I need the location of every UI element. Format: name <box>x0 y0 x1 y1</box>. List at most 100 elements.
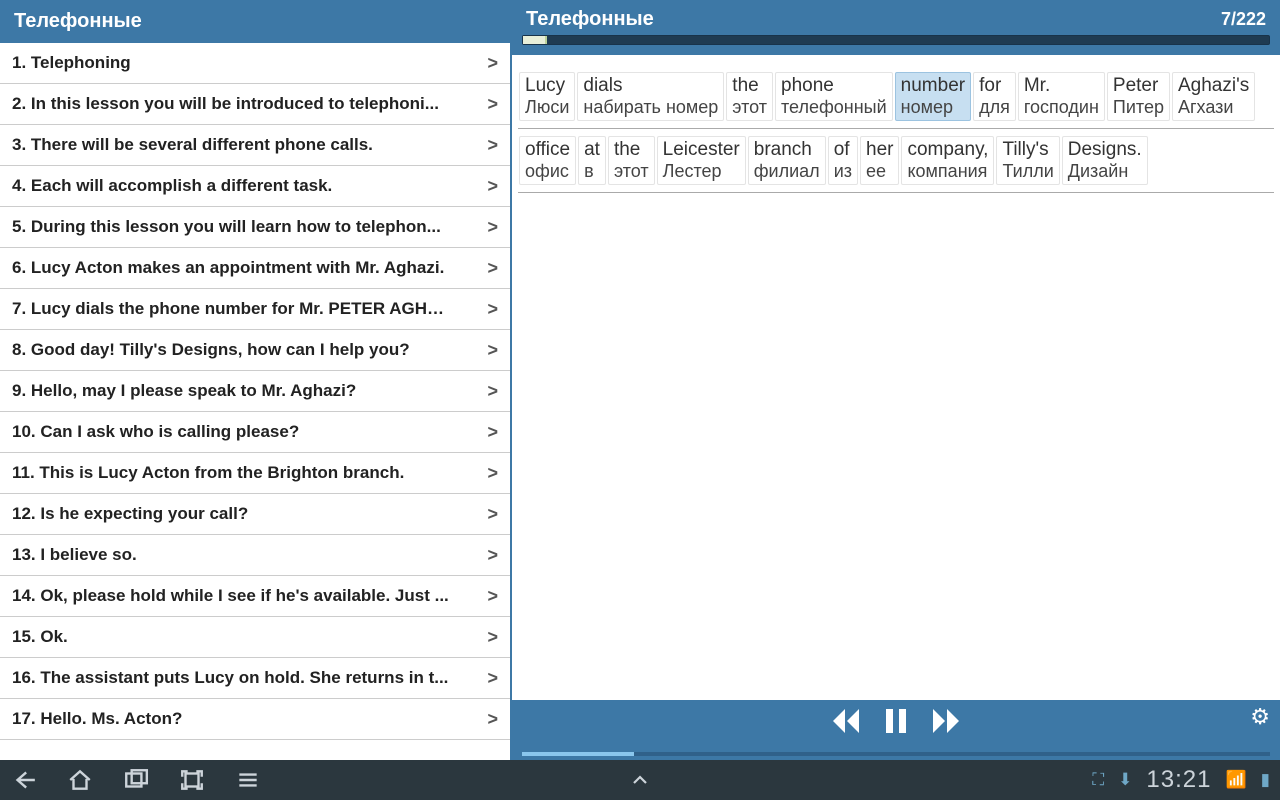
settings-gear-icon[interactable]: ⚙ <box>1250 704 1270 730</box>
list-item[interactable]: 16. The assistant puts Lucy on hold. She… <box>0 658 510 699</box>
word-en: phone <box>781 75 887 97</box>
word-en: Designs. <box>1068 139 1142 161</box>
word-ru: Люси <box>525 97 569 118</box>
word-en: office <box>525 139 570 161</box>
fullscreen-icon[interactable]: ⛶ <box>1092 770 1104 790</box>
list-item[interactable]: 2. In this lesson you will be introduced… <box>0 84 510 125</box>
word-ru: компания <box>907 161 988 182</box>
word-box[interactable]: numberномер <box>895 72 971 121</box>
word-ru: Агхази <box>1178 97 1249 118</box>
forward-button[interactable] <box>929 706 963 745</box>
list-item[interactable]: 3. There will be several different phone… <box>0 125 510 166</box>
list-item[interactable]: 11. This is Lucy Acton from the Brighton… <box>0 453 510 494</box>
word-ru: из <box>834 161 852 182</box>
list-item[interactable]: 10. Can I ask who is calling please?> <box>0 412 510 453</box>
signal-icon: 📶 <box>1225 770 1246 790</box>
word-box[interactable]: dialsнабирать номер <box>577 72 724 121</box>
list-item[interactable]: 9. Hello, may I please speak to Mr. Agha… <box>0 371 510 412</box>
word-ru: Дизайн <box>1068 161 1142 182</box>
list-item-label: 2. In this lesson you will be introduced… <box>12 94 439 114</box>
word-box[interactable]: Tilly'sТилли <box>996 136 1059 185</box>
list-item-label: 1. Telephoning <box>12 53 131 73</box>
home-icon[interactable] <box>66 766 94 794</box>
right-header-title: Телефонные <box>526 8 654 31</box>
system-navbar: ⛶ ⬇ 13:21 📶 ▮ <box>0 760 1280 800</box>
word-en: branch <box>754 139 820 161</box>
word-box[interactable]: Designs.Дизайн <box>1062 136 1148 185</box>
word-en: her <box>866 139 893 161</box>
word-ru: этот <box>614 161 649 182</box>
chevron-right-icon: > <box>487 135 498 156</box>
back-icon[interactable] <box>10 766 38 794</box>
word-box[interactable]: officeофис <box>519 136 576 185</box>
menu-icon[interactable] <box>234 766 262 794</box>
word-ru: Тилли <box>1002 161 1053 182</box>
left-header-title: Телефонные <box>0 0 510 43</box>
chevron-right-icon: > <box>487 627 498 648</box>
word-box[interactable]: LeicesterЛестер <box>657 136 746 185</box>
screenshot-icon[interactable] <box>178 766 206 794</box>
word-box[interactable]: herее <box>860 136 899 185</box>
word-box[interactable]: PeterПитер <box>1107 72 1170 121</box>
word-ru: филиал <box>754 161 820 182</box>
audio-progress-bar[interactable] <box>522 752 1270 756</box>
lesson-progress-bar[interactable] <box>522 35 1270 45</box>
list-item-label: 9. Hello, may I please speak to Mr. Agha… <box>12 381 356 401</box>
list-item[interactable]: 8. Good day! Tilly's Designs, how can I … <box>0 330 510 371</box>
list-item[interactable]: 4. Each will accomplish a different task… <box>0 166 510 207</box>
list-item-label: 7. Lucy dials the phone number for Mr. P… <box>12 299 452 319</box>
sentence-area: LucyЛюсиdialsнабирать номерtheэтотphoneт… <box>512 55 1280 700</box>
word-box[interactable]: atв <box>578 136 606 185</box>
word-box[interactable]: ofиз <box>828 136 858 185</box>
list-item[interactable]: 7. Lucy dials the phone number for Mr. P… <box>0 289 510 330</box>
word-ru: в <box>584 161 600 182</box>
word-ru: господин <box>1024 97 1099 118</box>
download-icon: ⬇ <box>1118 770 1132 790</box>
player-bar: ⚙ <box>512 700 1280 760</box>
word-box[interactable]: phoneтелефонный <box>775 72 893 121</box>
word-box[interactable]: theэтот <box>608 136 655 185</box>
chevron-right-icon: > <box>487 340 498 361</box>
list-item-label: 5. During this lesson you will learn how… <box>12 217 441 237</box>
list-item-label: 11. This is Lucy Acton from the Brighton… <box>12 463 404 483</box>
rewind-button[interactable] <box>829 706 863 745</box>
word-en: Aghazi's <box>1178 75 1249 97</box>
recent-apps-icon[interactable] <box>122 766 150 794</box>
chevron-right-icon: > <box>487 709 498 730</box>
word-box[interactable]: company,компания <box>901 136 994 185</box>
word-ru: телефонный <box>781 97 887 118</box>
list-item[interactable]: 6. Lucy Acton makes an appointment with … <box>0 248 510 289</box>
word-ru: для <box>979 97 1010 118</box>
list-item[interactable]: 12. Is he expecting your call?> <box>0 494 510 535</box>
word-en: number <box>901 75 965 97</box>
word-box[interactable]: Aghazi'sАгхази <box>1172 72 1255 121</box>
list-item[interactable]: 17. Hello. Ms. Acton? > <box>0 699 510 740</box>
word-box[interactable]: forдля <box>973 72 1016 121</box>
word-en: Tilly's <box>1002 139 1053 161</box>
word-box[interactable]: theэтот <box>726 72 773 121</box>
battery-icon: ▮ <box>1261 770 1270 790</box>
list-item-label: 14. Ok, please hold while I see if he's … <box>12 586 449 606</box>
chevron-right-icon: > <box>487 586 498 607</box>
pause-button[interactable] <box>883 706 909 745</box>
lesson-list[interactable]: 1. Telephoning>2. In this lesson you wil… <box>0 43 510 760</box>
word-ru: номер <box>901 97 965 118</box>
word-en: Peter <box>1113 75 1164 97</box>
word-box[interactable]: LucyЛюси <box>519 72 575 121</box>
clock: 13:21 <box>1146 766 1211 794</box>
word-box[interactable]: branchфилиал <box>748 136 826 185</box>
list-item-label: 17. Hello. Ms. Acton? <box>12 709 182 729</box>
list-item[interactable]: 15. Ok.> <box>0 617 510 658</box>
word-en: the <box>732 75 767 97</box>
list-item[interactable]: 13. I believe so.> <box>0 535 510 576</box>
list-item[interactable]: 1. Telephoning> <box>0 43 510 84</box>
list-item[interactable]: 5. During this lesson you will learn how… <box>0 207 510 248</box>
list-item-label: 10. Can I ask who is calling please? <box>12 422 299 442</box>
list-item[interactable]: 14. Ok, please hold while I see if he's … <box>0 576 510 617</box>
list-item-label: 12. Is he expecting your call? <box>12 504 248 524</box>
word-ru: офис <box>525 161 570 182</box>
word-box[interactable]: Mr.господин <box>1018 72 1105 121</box>
list-item-label: 8. Good day! Tilly's Designs, how can I … <box>12 340 410 360</box>
expand-up-icon[interactable] <box>626 766 654 794</box>
word-en: company, <box>907 139 988 161</box>
